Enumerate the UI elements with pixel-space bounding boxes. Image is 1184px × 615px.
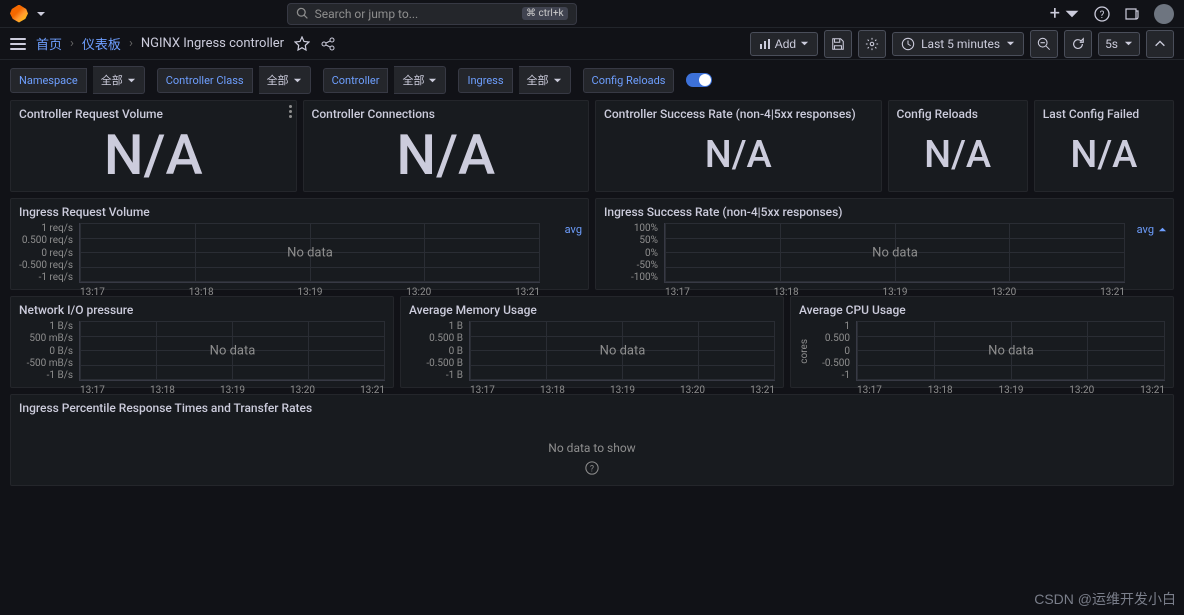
plot-area[interactable]: No data 13:1713:1813:1913:2013:21 [79,321,385,381]
user-avatar[interactable] [1154,4,1174,24]
y-axis: 10.5000-0.500-1 [812,321,856,381]
filter-controller-value[interactable]: 全部 [394,66,446,94]
panel-percentile: Ingress Percentile Response Times and Tr… [10,394,1174,486]
no-data-text: No data to show [548,441,635,455]
filter-class-value[interactable]: 全部 [259,66,311,94]
breadcrumb: 首页 › 仪表板 › NGINX Ingress controller [36,34,284,53]
watermark: CSDN @运维开发小白 [1034,589,1176,609]
menu-toggle-icon[interactable] [10,38,26,50]
plot-area[interactable]: No data 13:1713:1813:1913:2013:21 [469,321,775,381]
help-icon[interactable]: ? [1094,6,1110,22]
share-icon[interactable] [320,36,336,52]
panel-ingress-success-rate: Ingress Success Rate (non-4|5xx response… [595,198,1174,290]
panel-network-io: Network I/O pressure 1 B/s500 mB/s0 B/s-… [10,296,394,388]
filter-reloads-label: Config Reloads [583,68,675,93]
news-icon[interactable] [1124,6,1140,22]
stat-value: N/A [19,125,288,185]
star-icon[interactable] [294,36,310,52]
filter-namespace-value[interactable]: 全部 [93,66,145,94]
panel-ingress-request-volume: Ingress Request Volume avg 1 req/s0.500 … [10,198,589,290]
panel-config-reloads: Config Reloads N/A [888,100,1028,192]
panel-cpu-usage: Average CPU Usage cores 10.5000-0.500-1 … [790,296,1174,388]
refresh-interval-button[interactable]: 5s [1098,32,1140,56]
breadcrumb-dashboards[interactable]: 仪表板 [82,34,121,53]
svg-text:?: ? [1100,10,1105,21]
time-range-button[interactable]: Last 5 minutes [892,32,1024,56]
settings-button[interactable] [858,30,886,58]
plot-area[interactable]: No data 13:1713:1813:1913:2013:21 [664,223,1125,283]
y-axis: 1 req/s0.500 req/s0 req/s-0.500 req/s-1 … [19,223,79,283]
panel-last-config-failed: Last Config Failed N/A [1034,100,1174,192]
help-icon[interactable]: ? [585,461,599,475]
panel-menu-icon[interactable] [289,105,292,118]
search-icon [296,7,309,20]
filter-class-label: Controller Class [157,68,253,93]
chevron-down-icon[interactable] [36,9,46,19]
chevron-down-icon [1124,39,1133,48]
plus-icon[interactable]: + [1050,3,1060,24]
panel-memory-usage: Average Memory Usage 1 B0.500 B0 B-0.500… [400,296,784,388]
chevron-down-icon [800,39,809,48]
clock-icon [901,37,915,51]
panel-controller-success-rate: Controller Success Rate (non-4|5xx respo… [595,100,882,192]
zoom-out-button[interactable] [1030,30,1058,58]
y-axis: 1 B0.500 B0 B-0.500 B-1 B [409,321,469,381]
filter-controller-label: Controller [323,68,389,93]
y-axis: 100%50%0%-50%-100% [604,223,664,283]
search-placeholder: Search or jump to... [315,7,419,21]
stat-value: N/A [604,125,873,185]
refresh-button[interactable] [1064,30,1092,58]
stat-value: N/A [1043,125,1165,185]
breadcrumb-current: NGINX Ingress controller [141,36,284,51]
svg-text:?: ? [590,465,594,475]
y-axis: 1 B/s500 mB/s0 B/s-500 mB/s-1 B/s [19,321,79,381]
panel-controller-request-volume: Controller Request Volume N/A [10,100,297,192]
filter-ingress-label: Ingress [458,68,512,93]
breadcrumb-home[interactable]: 首页 [36,34,62,53]
y-axis-label: cores [799,339,810,364]
plot-area[interactable]: No data 13:1713:1813:1913:2013:21 [856,321,1165,381]
filter-namespace-label: Namespace [10,68,87,93]
filter-ingress-value[interactable]: 全部 [519,66,571,94]
search-shortcut: ⌘ ctrl+k [522,7,568,20]
panel-controller-connections: Controller Connections N/A [303,100,590,192]
save-button[interactable] [824,30,852,58]
plot-area[interactable]: No data 13:1713:1813:1913:2013:21 [79,223,540,283]
reloads-toggle[interactable] [686,73,712,87]
global-search[interactable]: Search or jump to... ⌘ ctrl+k [287,3,577,25]
collapse-button[interactable] [1146,30,1174,58]
stat-value: N/A [312,125,581,185]
stat-value: N/A [897,125,1019,185]
chevron-down-icon[interactable] [1064,6,1080,22]
grafana-logo-icon[interactable] [10,5,28,23]
add-button[interactable]: Add [750,32,818,56]
bar-chart-icon [759,38,771,50]
chevron-down-icon [1006,39,1015,48]
